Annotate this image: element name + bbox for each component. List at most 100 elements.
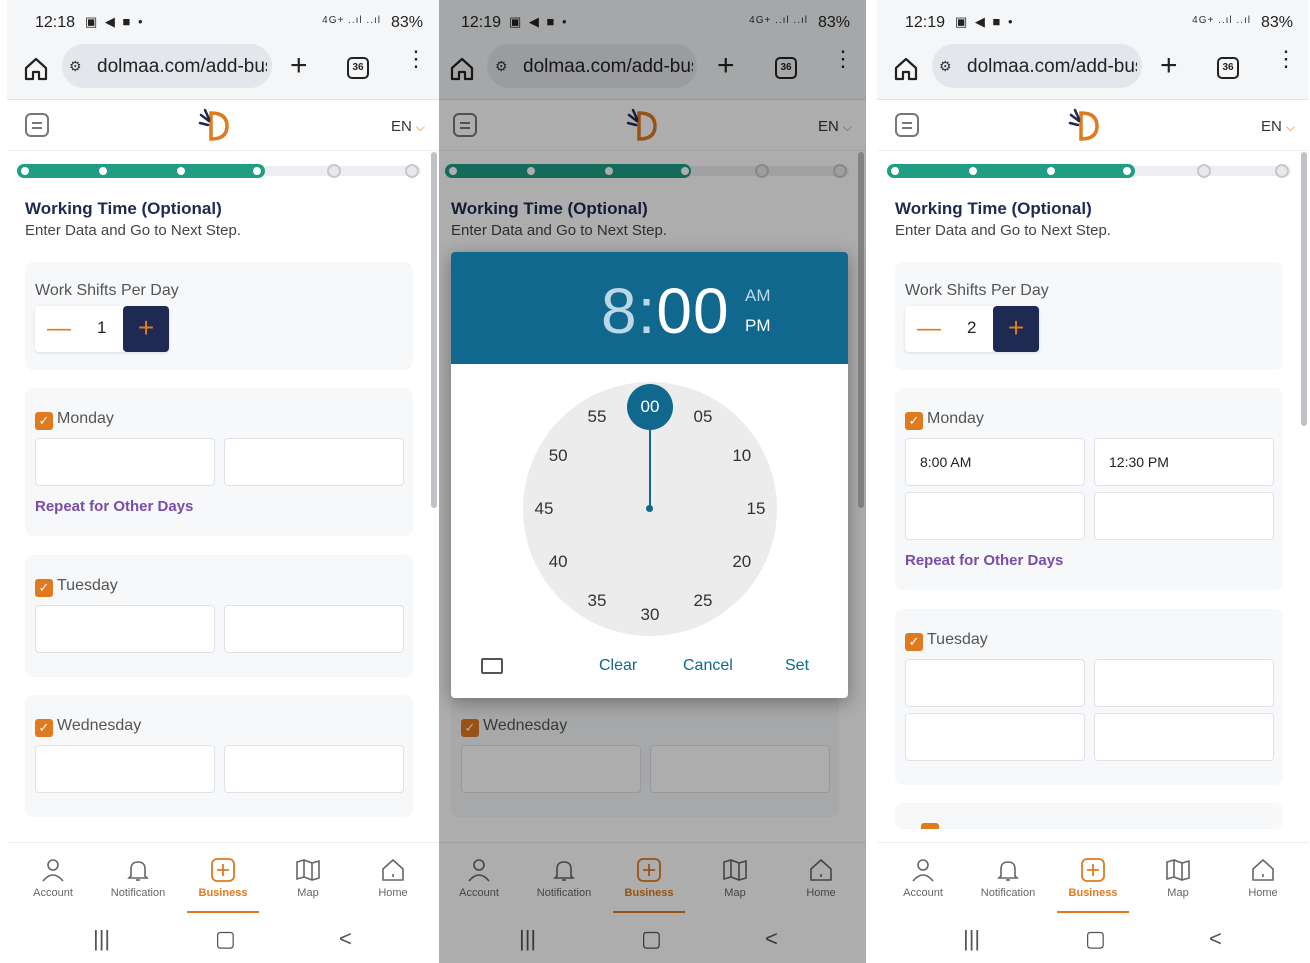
minute-50[interactable]: 50 <box>543 446 573 466</box>
home-icon[interactable] <box>893 56 919 82</box>
wednesday-checkbox[interactable]: ✓ Wednesday <box>35 717 141 737</box>
nav-label: Account <box>33 887 73 899</box>
nav-business[interactable]: Business <box>1053 857 1133 899</box>
wednesday-start-field[interactable] <box>35 745 215 793</box>
system-navigation: ||| ▢ < <box>7 914 439 963</box>
cancel-button[interactable]: Cancel <box>683 657 733 675</box>
clear-button[interactable]: Clear <box>599 657 637 675</box>
tab-count[interactable]: 36 <box>1217 57 1239 79</box>
minute-10[interactable]: 10 <box>727 446 757 466</box>
back-icon[interactable]: < <box>1209 926 1222 952</box>
minute-25[interactable]: 25 <box>688 591 718 611</box>
minute-05[interactable]: 05 <box>688 407 718 427</box>
more-options-icon[interactable]: ⋮ <box>405 48 427 70</box>
minute-30[interactable]: 30 <box>635 605 665 625</box>
signal-icon: 4G+ ..ıl ..ıl <box>322 15 381 26</box>
decrement-button[interactable]: — <box>47 315 71 343</box>
increment-button[interactable]: + <box>123 306 169 352</box>
url-text[interactable]: dolmaa.com/add-bus <box>97 56 267 78</box>
nav-label: Map <box>1167 887 1189 899</box>
monday-shift2-start-field[interactable] <box>905 492 1085 540</box>
progress-step-dot <box>177 167 185 175</box>
increment-button[interactable]: + <box>993 306 1039 352</box>
nav-notification[interactable]: Notification <box>98 857 178 899</box>
tuesday-end-field[interactable] <box>224 605 404 653</box>
tuesday-start-field[interactable] <box>35 605 215 653</box>
minute-display[interactable]: 00 <box>656 275 729 347</box>
wednesday-card <box>895 803 1283 829</box>
decrement-button[interactable]: — <box>917 315 941 343</box>
check-icon: ✓ <box>905 633 923 651</box>
hour-display[interactable]: 8 <box>601 275 638 347</box>
site-settings-icon[interactable]: ⚙ <box>69 58 82 75</box>
back-icon[interactable]: < <box>339 926 352 952</box>
minute-20[interactable]: 20 <box>727 552 757 572</box>
tuesday-shift2-end-field[interactable] <box>1094 713 1274 761</box>
nav-map[interactable]: Map <box>268 857 348 899</box>
tab-count[interactable]: 36 <box>347 57 369 79</box>
monday-start-field[interactable]: 8:00 AM <box>905 438 1085 486</box>
selected-minute[interactable]: 00 <box>627 384 673 430</box>
shifts-stepper[interactable]: — 1 + <box>35 306 169 352</box>
system-home-icon[interactable]: ▢ <box>215 926 236 952</box>
time-picker-header: 8:00 AM PM <box>451 252 848 364</box>
set-button[interactable]: Set <box>785 657 809 675</box>
monday-end-field[interactable]: 12:30 PM <box>1094 438 1274 486</box>
progress-step-dot <box>1047 167 1055 175</box>
site-settings-icon[interactable]: ⚙ <box>939 58 952 75</box>
more-options-icon[interactable]: ⋮ <box>1275 48 1297 70</box>
language-selector[interactable]: EN ⌵ <box>391 118 425 135</box>
minute-35[interactable]: 35 <box>582 591 612 611</box>
menu-icon[interactable] <box>895 113 919 137</box>
tuesday-shift2-start-field[interactable] <box>905 713 1085 761</box>
monday-checkbox[interactable]: ✓ Monday <box>35 410 114 430</box>
day-label: Tuesday <box>927 631 988 648</box>
scrollbar[interactable] <box>1301 152 1307 426</box>
language-selector[interactable]: EN ⌵ <box>1261 118 1295 135</box>
keyboard-icon[interactable] <box>481 658 503 674</box>
nav-account[interactable]: Account <box>883 857 963 899</box>
minute-15[interactable]: 15 <box>741 499 771 519</box>
monday-start-field[interactable] <box>35 438 215 486</box>
tuesday-end-field[interactable] <box>1094 659 1274 707</box>
minute-45[interactable]: 45 <box>529 499 559 519</box>
am-toggle[interactable]: AM <box>745 286 771 306</box>
home-icon[interactable] <box>23 56 49 82</box>
monday-checkbox[interactable]: ✓ Monday <box>905 410 984 430</box>
new-tab-icon[interactable]: + <box>290 49 308 83</box>
nav-map[interactable]: Map <box>1138 857 1218 899</box>
bottom-navigation: Account Notification Business Map Home <box>7 842 439 914</box>
tuesday-checkbox[interactable]: ✓ Tuesday <box>905 631 988 651</box>
monday-end-field[interactable] <box>224 438 404 486</box>
minute-55[interactable]: 55 <box>582 407 612 427</box>
scrollbar[interactable] <box>431 152 437 508</box>
repeat-other-days-link[interactable]: Repeat for Other Days <box>905 552 1063 569</box>
check-icon: ✓ <box>35 412 53 430</box>
tuesday-start-field[interactable] <box>905 659 1085 707</box>
nav-business[interactable]: Business <box>183 857 263 899</box>
progress-step-pending <box>1275 164 1289 178</box>
new-tab-icon[interactable]: + <box>1160 49 1178 83</box>
nav-notification[interactable]: Notification <box>968 857 1048 899</box>
phone-panel-3: 12:19 ▣ ◀ ■ • 4G+ ..ıl ..ıl 83% ⚙ dolmaa… <box>877 0 1309 963</box>
tuesday-checkbox[interactable]: ✓ Tuesday <box>35 577 118 597</box>
wednesday-end-field[interactable] <box>224 745 404 793</box>
check-icon: ✓ <box>35 579 53 597</box>
system-home-icon[interactable]: ▢ <box>1085 926 1106 952</box>
shifts-stepper[interactable]: — 2 + <box>905 306 1039 352</box>
screenshot-stage: 12:18 ▣ ◀ ■ • 4G+ ..ıl ..ıl 83% ⚙ dolmaa… <box>0 0 1310 963</box>
repeat-other-days-link[interactable]: Repeat for Other Days <box>35 498 193 515</box>
nav-home[interactable]: Home <box>1223 857 1303 899</box>
url-text[interactable]: dolmaa.com/add-bus <box>967 56 1137 78</box>
map-icon <box>1166 859 1190 881</box>
nav-home[interactable]: Home <box>353 857 433 899</box>
nav-account[interactable]: Account <box>13 857 93 899</box>
recent-apps-icon[interactable]: ||| <box>963 926 980 952</box>
pm-toggle[interactable]: PM <box>745 316 771 336</box>
menu-icon[interactable] <box>25 113 49 137</box>
browser-toolbar: ⚙ dolmaa.com/add-bus + 36 ⋮ <box>7 44 439 100</box>
progress-step-dot <box>891 167 899 175</box>
monday-shift2-end-field[interactable] <box>1094 492 1274 540</box>
minute-40[interactable]: 40 <box>543 552 573 572</box>
recent-apps-icon[interactable]: ||| <box>93 926 110 952</box>
